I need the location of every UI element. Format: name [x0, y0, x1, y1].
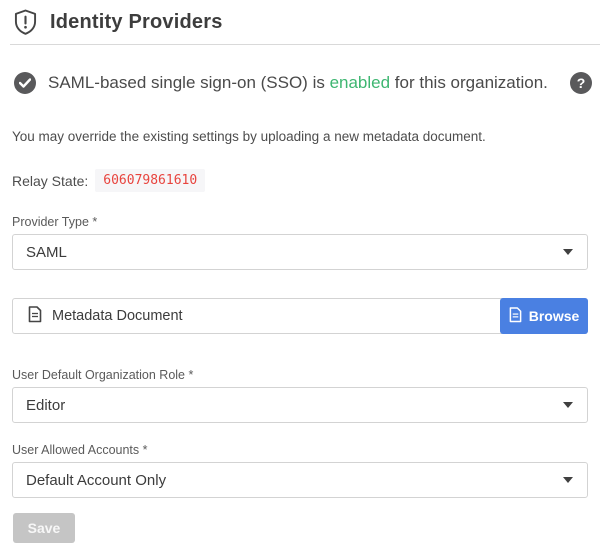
chevron-down-icon [563, 249, 573, 255]
browse-button-label: Browse [529, 308, 580, 324]
sso-status-text-before: SAML-based single sign-on (SSO) is [48, 73, 330, 92]
sso-status-row: SAML-based single sign-on (SSO) is enabl… [14, 72, 592, 94]
page-header: Identity Providers [10, 0, 600, 45]
sso-status-text: SAML-based single sign-on (SSO) is enabl… [48, 73, 562, 93]
help-icon[interactable]: ? [570, 72, 592, 94]
shield-exclamation-icon [14, 9, 37, 35]
page-title: Identity Providers [50, 11, 223, 34]
relay-state-row: Relay State: 606079861610 [12, 169, 588, 192]
relay-state-label: Relay State: [12, 173, 88, 189]
provider-type-select[interactable]: SAML [12, 234, 588, 270]
user-default-org-role-value: Editor [26, 397, 65, 414]
provider-type-value: SAML [26, 244, 67, 261]
sso-status-text-after: for this organization. [390, 73, 548, 92]
provider-type-field: Provider Type * SAML [12, 215, 588, 270]
browse-button[interactable]: Browse [500, 298, 588, 334]
document-icon [509, 307, 522, 326]
chevron-down-icon [563, 402, 573, 408]
save-button[interactable]: Save [13, 513, 75, 543]
help-icon-glyph: ? [577, 75, 586, 91]
user-default-org-role-label: User Default Organization Role * [12, 368, 588, 382]
sso-status-enabled: enabled [330, 73, 391, 92]
relay-state-value: 606079861610 [95, 169, 205, 192]
metadata-document-placeholder: Metadata Document [52, 308, 183, 324]
metadata-document-row: Metadata Document Browse [12, 298, 588, 334]
user-allowed-accounts-field: User Allowed Accounts * Default Account … [12, 443, 588, 498]
user-default-org-role-select[interactable]: Editor [12, 387, 588, 423]
user-allowed-accounts-value: Default Account Only [26, 472, 166, 489]
description-text: You may override the existing settings b… [12, 129, 588, 144]
provider-type-label: Provider Type * [12, 215, 588, 229]
identity-providers-page: Identity Providers SAML-based single sig… [0, 0, 600, 552]
user-allowed-accounts-label: User Allowed Accounts * [12, 443, 588, 457]
document-icon [28, 306, 42, 327]
user-default-org-role-field: User Default Organization Role * Editor [12, 368, 588, 423]
user-allowed-accounts-select[interactable]: Default Account Only [12, 462, 588, 498]
check-circle-icon [14, 72, 36, 94]
chevron-down-icon [563, 477, 573, 483]
